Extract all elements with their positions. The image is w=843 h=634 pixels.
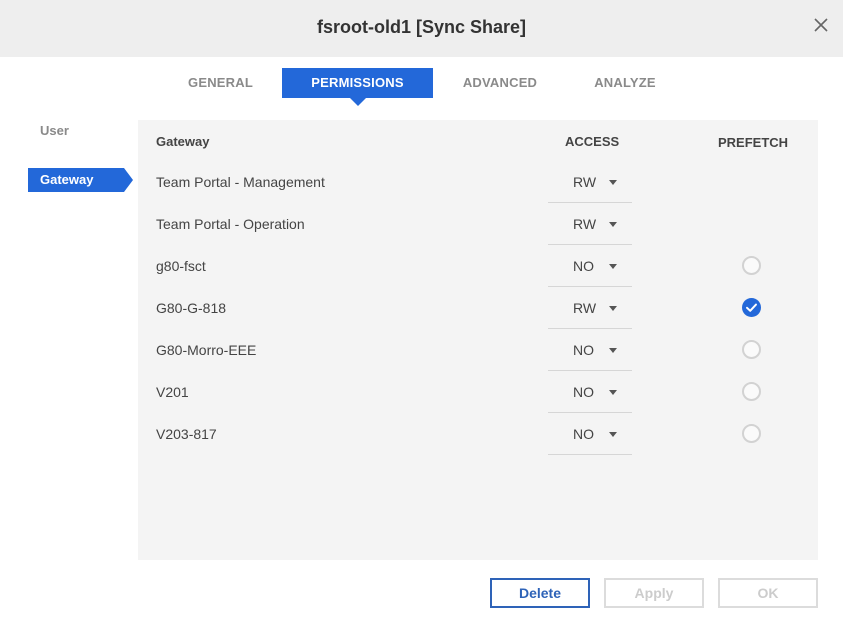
prefetch-radio[interactable]: [742, 256, 761, 275]
gateway-name: Team Portal - Operation: [156, 216, 305, 232]
chevron-down-icon: [609, 222, 617, 227]
ok-button[interactable]: OK: [718, 578, 818, 608]
apply-button[interactable]: Apply: [604, 578, 704, 608]
access-value: RW: [573, 300, 597, 316]
access-select[interactable]: NO: [548, 413, 632, 455]
gateway-name: G80-G-818: [156, 300, 227, 316]
gateway-name: Team Portal - Management: [156, 174, 325, 190]
chevron-down-icon: [609, 390, 617, 395]
gateway-name: V203-817: [156, 426, 217, 442]
access-value: NO: [573, 342, 594, 358]
access-select[interactable]: NO: [548, 371, 632, 413]
chevron-down-icon: [609, 180, 617, 185]
table-row: Team Portal - Management RW: [138, 161, 818, 203]
chevron-down-icon: [609, 348, 617, 353]
access-select[interactable]: RW: [548, 161, 632, 203]
prefetch-radio[interactable]: [742, 424, 761, 443]
tab-general[interactable]: GENERAL: [168, 68, 273, 98]
permissions-table: Gateway ACCESS PREFETCH Team Portal - Ma…: [138, 120, 818, 560]
access-select[interactable]: RW: [548, 203, 632, 245]
prefetch-radio-checked[interactable]: [742, 298, 761, 317]
delete-button[interactable]: Delete: [490, 578, 590, 608]
access-value: NO: [573, 258, 594, 274]
access-select[interactable]: NO: [548, 245, 632, 287]
table-row: Team Portal - Operation RW: [138, 203, 818, 245]
check-icon: [746, 303, 757, 312]
tab-analyze[interactable]: ANALYZE: [575, 68, 675, 98]
gateway-name: G80-Morro-EEE: [156, 342, 257, 358]
tab-advanced[interactable]: ADVANCED: [445, 68, 555, 98]
column-header-access: ACCESS: [565, 134, 620, 149]
access-select[interactable]: NO: [548, 329, 632, 371]
table-row: g80-fsct NO: [138, 245, 818, 287]
gateway-name: g80-fsct: [156, 258, 206, 274]
column-header-gateway: Gateway: [156, 134, 210, 149]
sidebar-item-user[interactable]: User: [40, 123, 69, 138]
access-value: NO: [573, 384, 594, 400]
access-value: RW: [573, 216, 597, 232]
gateway-name: V201: [156, 384, 189, 400]
table-row: G80-Morro-EEE NO: [138, 329, 818, 371]
prefetch-radio[interactable]: [742, 382, 761, 401]
access-value: NO: [573, 426, 594, 442]
tab-permissions[interactable]: PERMISSIONS: [282, 68, 433, 106]
column-header-prefetch: PREFETCH: [718, 135, 789, 150]
access-select[interactable]: RW: [548, 287, 632, 329]
sidebar-item-gateway[interactable]: Gateway: [28, 168, 133, 192]
table-row: V201 NO: [138, 371, 818, 413]
chevron-down-icon: [609, 306, 617, 311]
chevron-down-icon: [609, 264, 617, 269]
close-icon[interactable]: [810, 14, 832, 36]
dialog-title: fsroot-old1 [Sync Share]: [316, 17, 527, 37]
access-value: RW: [573, 174, 597, 190]
dialog-header: fsroot-old1 [Sync Share]: [0, 0, 843, 57]
table-row: V203-817 NO: [138, 413, 818, 455]
chevron-down-icon: [609, 432, 617, 437]
table-row: G80-G-818 RW: [138, 287, 818, 329]
tab-bar: GENERAL PERMISSIONS ADVANCED ANALYZE: [0, 68, 843, 108]
prefetch-radio[interactable]: [742, 340, 761, 359]
